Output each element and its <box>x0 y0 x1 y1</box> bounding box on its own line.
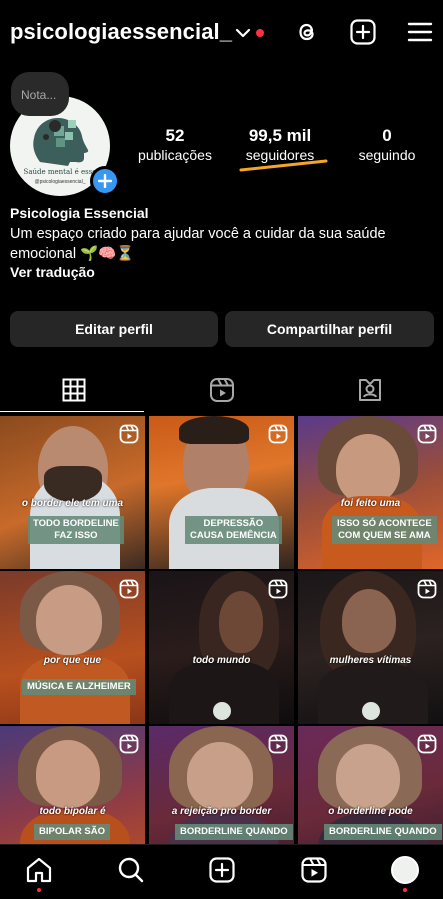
post-speech-text: todo bipolar é <box>39 806 106 817</box>
home-icon <box>26 857 52 883</box>
note-tail <box>49 120 61 132</box>
post-caption: DEPRESSÃO CAUSA DEMÊNCIA <box>185 516 282 544</box>
tab-reels[interactable] <box>148 370 296 410</box>
reel-icon <box>268 734 288 754</box>
threads-icon[interactable] <box>293 18 321 46</box>
posts-grid: o border ele tem uma TODO BORDELINE FAZ … <box>0 414 443 844</box>
nav-home-dot <box>37 888 41 892</box>
post-caption: ISSO SÓ ACONTECE COM QUEM SE AMA <box>332 516 437 544</box>
post-caption: BORDERLINE QUANDO <box>175 824 293 840</box>
stat-followers-value: 99,5 mil <box>248 126 312 145</box>
search-icon <box>118 857 144 883</box>
post-thumbnail[interactable]: DEPRESSÃO CAUSA DEMÊNCIA <box>149 416 294 569</box>
edit-profile-button[interactable]: Editar perfil <box>10 311 218 347</box>
nav-create[interactable] <box>207 855 237 885</box>
top-bar: psicologiaessencial_ <box>0 0 443 66</box>
reels-icon <box>210 378 234 402</box>
bio-line-1: Um espaço criado para ajudar você a cuid… <box>10 226 386 242</box>
post-speech-text: a rejeição pro border <box>171 806 272 817</box>
reel-icon <box>417 734 437 754</box>
post-thumbnail[interactable]: mulheres vítimas <box>298 571 443 724</box>
watermark-logo <box>362 702 380 720</box>
see-translation-link[interactable]: Ver tradução <box>10 264 95 280</box>
reel-icon <box>119 734 139 754</box>
post-speech-text: mulheres vítimas <box>329 655 412 666</box>
bottom-navigation <box>0 844 443 899</box>
new-post-icon[interactable] <box>349 18 377 46</box>
post-thumbnail[interactable]: todo bipolar é BIPOLAR SÃO <box>0 726 145 844</box>
post-speech-text: o borderline pode <box>328 806 413 817</box>
post-speech-text: por que que <box>43 655 102 666</box>
nav-profile[interactable] <box>390 855 420 885</box>
post-caption: MÚSICA E ALZHEIMER <box>22 679 136 695</box>
tab-grid[interactable] <box>0 370 148 410</box>
share-profile-button[interactable]: Compartilhar perfil <box>225 311 434 347</box>
post-thumbnail[interactable]: o borderline pode BORDERLINE QUANDO <box>298 726 443 844</box>
post-speech-text: todo mundo <box>192 655 251 666</box>
watermark-logo <box>213 702 231 720</box>
stat-following[interactable]: 0 seguindo <box>342 126 432 164</box>
note-bubble[interactable]: Nota... <box>11 72 69 140</box>
post-thumbnail[interactable]: foi feito uma ISSO SÓ ACONTECE COM QUEM … <box>298 416 443 569</box>
tagged-icon <box>359 379 381 401</box>
post-caption: BIPOLAR SÃO <box>34 824 110 840</box>
post-thumbnail[interactable]: o border ele tem uma TODO BORDELINE FAZ … <box>0 416 145 569</box>
reel-icon <box>417 424 437 444</box>
post-thumbnail[interactable]: a rejeição pro border BORDERLINE QUANDO <box>149 726 294 844</box>
post-caption: BORDERLINE QUANDO <box>324 824 442 840</box>
stat-following-label: seguindo <box>358 147 416 163</box>
post-speech-text: o border ele tem uma <box>21 498 124 509</box>
menu-icon[interactable] <box>406 18 434 46</box>
add-story-button[interactable] <box>90 166 120 196</box>
profile-name: Psicologia Essencial <box>10 205 149 221</box>
username[interactable]: psicologiaessencial_ <box>10 19 232 45</box>
reel-icon <box>119 579 139 599</box>
nav-search[interactable] <box>116 855 146 885</box>
tab-tagged[interactable] <box>296 370 443 410</box>
stat-posts-label: publicações <box>138 147 212 163</box>
post-thumbnail[interactable]: por que que MÚSICA E ALZHEIMER <box>0 571 145 724</box>
note-placeholder: Nota... <box>21 88 57 102</box>
reel-icon <box>119 424 139 444</box>
post-caption: TODO BORDELINE FAZ ISSO <box>28 516 124 544</box>
reel-icon <box>268 579 288 599</box>
stat-following-value: 0 <box>382 126 392 145</box>
nav-reels[interactable] <box>299 855 329 885</box>
note-tail-small <box>43 134 49 140</box>
chevron-down-icon[interactable] <box>234 24 252 42</box>
stat-posts-value: 52 <box>165 126 185 145</box>
reels-icon <box>301 857 327 883</box>
post-speech-text: foi feito uma <box>340 498 401 509</box>
bio-line-2: emocional 🌱🧠⏳ <box>10 245 135 262</box>
profile-avatar-small <box>391 856 419 884</box>
post-thumbnail[interactable]: todo mundo <box>149 571 294 724</box>
tab-active-indicator <box>0 411 144 412</box>
grid-icon <box>62 378 86 402</box>
nav-profile-dot <box>403 888 407 892</box>
nav-home[interactable] <box>24 855 54 885</box>
stat-posts[interactable]: 52 publicações <box>130 126 220 164</box>
plus-icon <box>98 174 112 188</box>
reel-icon <box>417 579 437 599</box>
profile-bio: Um espaço criado para ajudar você a cuid… <box>10 225 420 264</box>
notification-dot <box>256 29 264 37</box>
highlight-underline <box>239 159 328 172</box>
reel-icon <box>268 424 288 444</box>
create-icon <box>209 857 235 883</box>
